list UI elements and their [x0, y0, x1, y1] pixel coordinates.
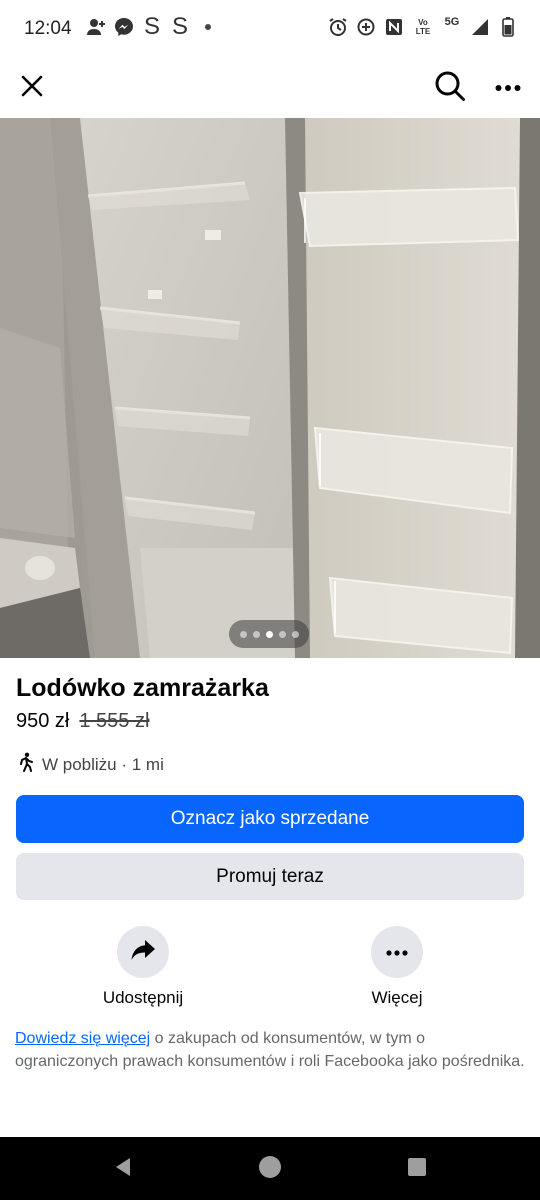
nfc-icon [384, 16, 404, 38]
promote-now-button[interactable]: Promuj teraz [16, 853, 524, 900]
dot-icon [198, 16, 218, 38]
more-actions-button[interactable] [371, 926, 423, 978]
s-app-icon: S [171, 13, 188, 40]
search-button[interactable] [426, 64, 474, 112]
volte-icon: Vo LTE [415, 18, 431, 36]
fridge-image [0, 118, 540, 658]
learn-more-link[interactable]: Dowiedz się więcej [15, 1030, 150, 1047]
pagination-dot [291, 630, 299, 638]
5g-icon: 5G [444, 16, 460, 28]
more-label: Więcej [371, 988, 423, 1007]
more-action[interactable]: Więcej [327, 926, 467, 1008]
system-nav-bar [0, 1137, 540, 1200]
share-action[interactable]: Udostępnij [73, 926, 213, 1008]
nav-back-button[interactable] [103, 1149, 143, 1189]
more-button[interactable] [484, 64, 532, 112]
back-triangle-icon [112, 1156, 134, 1183]
listing-old-price: 1 555 zł [79, 710, 150, 732]
share-label: Udostępnij [102, 988, 184, 1007]
pagination-dot-active [265, 630, 273, 638]
notification-icons: S S [86, 13, 218, 40]
walking-icon [16, 752, 36, 777]
status-time: 12:04 [24, 18, 72, 39]
mark-as-sold-button[interactable]: Oznacz jako sprzedane [16, 795, 524, 843]
pagination-dot [278, 630, 286, 638]
status-bar: 12:04 S S Vo LTE 5G [0, 0, 540, 58]
listing-title: Lodówko zamrażarka [16, 674, 269, 702]
consumer-info-text: Dowiedz się więcej o zakupach od konsume… [15, 1027, 525, 1073]
more-icon [495, 79, 521, 97]
pagination-dot [239, 630, 247, 638]
messenger-icon [114, 16, 134, 38]
battery-icon [498, 16, 518, 38]
location-text: W pobliżu · 1 mi [42, 754, 164, 774]
top-toolbar [0, 58, 540, 118]
signal-icon [470, 16, 490, 38]
nav-home-button[interactable] [250, 1149, 290, 1189]
person-add-icon [86, 16, 106, 38]
share-button[interactable] [117, 926, 169, 978]
close-button[interactable] [8, 64, 56, 112]
pagination-dot [252, 630, 260, 638]
s-app-icon: S [143, 13, 160, 40]
more-dots-icon [386, 943, 408, 961]
nav-recents-button[interactable] [397, 1149, 437, 1189]
location-row: W pobliżu · 1 mi [16, 752, 164, 777]
listing-price: 950 zł [16, 710, 70, 732]
alarm-icon [328, 16, 348, 38]
recents-square-icon [407, 1157, 427, 1182]
close-icon [20, 74, 44, 103]
share-icon [130, 938, 156, 967]
listing-photo[interactable] [0, 118, 540, 658]
data-saver-icon [356, 16, 376, 38]
home-circle-icon [258, 1155, 282, 1184]
search-icon [434, 70, 466, 107]
price-row: 950 zł 1 555 zł [16, 710, 149, 733]
image-pagination[interactable] [229, 620, 309, 648]
system-icons: Vo LTE 5G [328, 16, 518, 38]
